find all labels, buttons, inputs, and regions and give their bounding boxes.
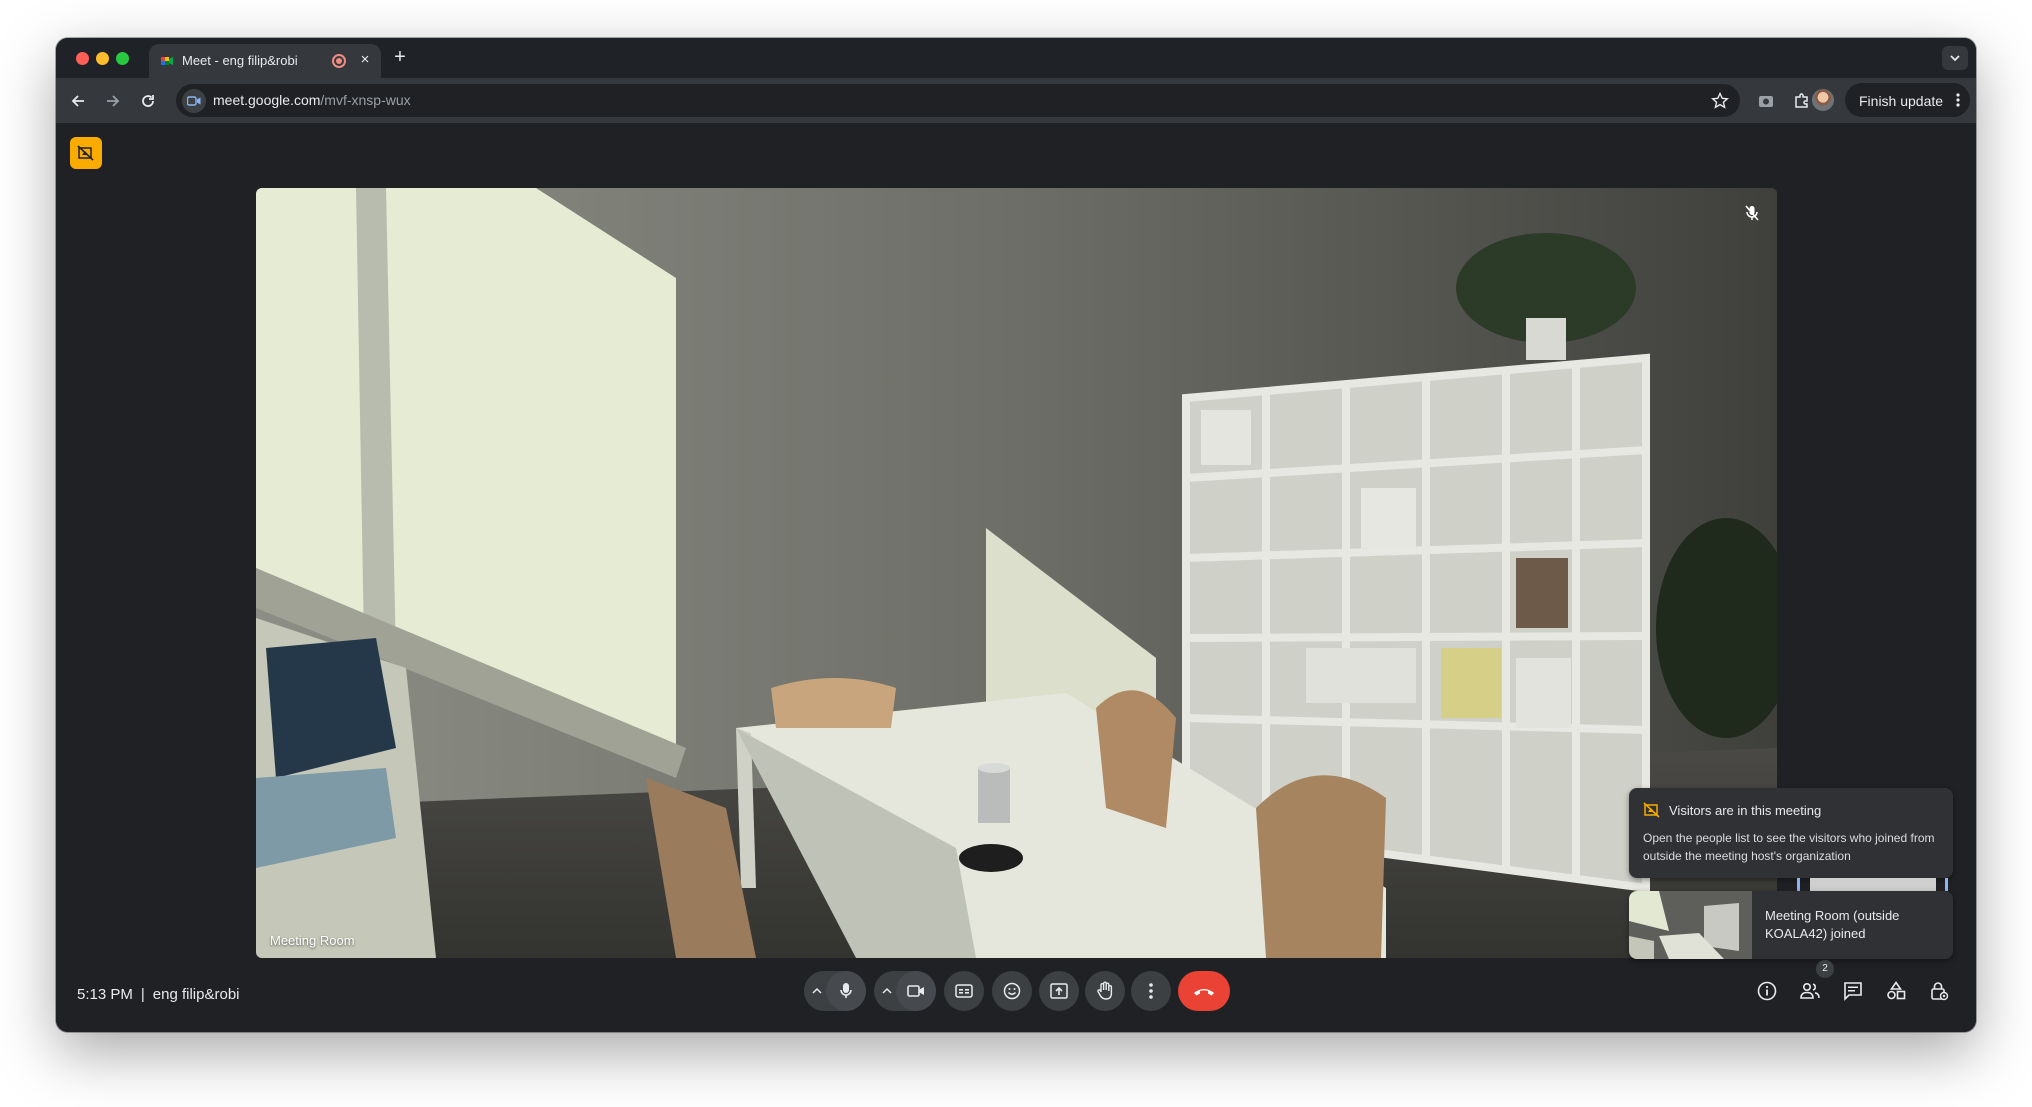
back-button[interactable] [65, 88, 91, 114]
url-path: /mvf-xnsp-wux [320, 92, 411, 108]
visitors-notification[interactable]: Visitors are in this meeting Open the pe… [1629, 788, 1953, 878]
chat-button[interactable] [1838, 976, 1868, 1006]
meeting-separator: | [140, 986, 145, 1003]
reload-icon [142, 95, 154, 107]
mic-control [804, 971, 866, 1011]
people-icon [1800, 982, 1820, 999]
site-info-icon[interactable] [182, 89, 206, 113]
video-camera-icon [187, 96, 201, 106]
finish-update-label: Finish update [1859, 93, 1944, 109]
visitors-icon [77, 145, 94, 161]
visitors-notification-body: Open the people list to see the visitors… [1643, 831, 1935, 863]
mic-icon [840, 983, 852, 998]
participant-joined-notification[interactable]: Meeting Room (outside KOALA42) joined [1629, 891, 1953, 959]
close-window-button[interactable] [76, 52, 89, 65]
camera-icon [907, 985, 924, 997]
lock-icon [1931, 982, 1949, 1001]
raise-hand-icon [1097, 981, 1113, 1000]
meeting-name: eng filip&robi [152, 986, 240, 1003]
star-icon[interactable] [1710, 91, 1730, 111]
camera-control [874, 971, 936, 1011]
more-vert-icon [1956, 93, 1960, 107]
url-text[interactable]: meet.google.com/mvf-xnsp-wux [213, 92, 411, 108]
camera-extension-button[interactable] [1753, 88, 1779, 114]
muted-mic-icon [1741, 202, 1763, 224]
meeting-info: 5:13 PM | eng filip&robi [77, 986, 240, 1003]
visitors-notification-title: Visitors are in this meeting [1669, 803, 1822, 818]
raise-hand-button[interactable] [1085, 971, 1125, 1011]
tab-meet[interactable]: Meet - eng filip&robi × [149, 44, 381, 78]
maximize-window-button[interactable] [116, 52, 129, 65]
chat-icon [1844, 982, 1862, 1001]
toast-preview-edge [1810, 878, 1936, 891]
profile-avatar[interactable] [1812, 89, 1834, 111]
chevron-up-icon [882, 987, 892, 994]
visitors-badge[interactable] [70, 137, 102, 169]
participant-joined-text: Meeting Room (outside KOALA42) joined [1765, 908, 1900, 941]
recording-indicator-icon [332, 54, 346, 68]
minimize-window-button[interactable] [96, 52, 109, 65]
reload-button[interactable] [135, 88, 161, 114]
tab-search-button[interactable] [1942, 46, 1968, 70]
chevron-up-icon [812, 987, 822, 994]
participant-name: Meeting Room [270, 933, 355, 948]
url-host: meet.google.com [213, 92, 321, 108]
toast-edge [1945, 878, 1948, 891]
address-bar[interactable]: meet.google.com/mvf-xnsp-wux [176, 84, 1740, 117]
meeting-details-button[interactable] [1752, 976, 1782, 1006]
tab-strip: Meet - eng filip&robi × + [56, 38, 1976, 78]
camera-icon [1759, 96, 1773, 107]
arrow-right-icon [107, 95, 120, 107]
captions-button[interactable] [944, 971, 984, 1011]
browser-window: Meet - eng filip&robi × + meet.google.co… [56, 38, 1976, 1032]
toast-edge [1797, 878, 1800, 891]
close-tab-icon[interactable]: × [356, 51, 374, 69]
participant-thumbnail [1629, 891, 1752, 959]
meeting-time: 5:13 PM [77, 986, 133, 1003]
present-icon [1050, 983, 1068, 999]
reactions-button[interactable] [992, 971, 1032, 1011]
puzzle-icon [1795, 93, 1808, 108]
new-tab-button[interactable]: + [389, 46, 411, 68]
forward-button[interactable] [100, 88, 126, 114]
mic-button[interactable] [826, 971, 866, 1011]
camera-button[interactable] [896, 971, 936, 1011]
people-count-badge: 2 [1816, 960, 1834, 978]
visitors-icon [1643, 802, 1660, 818]
emoji-icon [1003, 982, 1021, 1000]
meet-content: Meeting Room Visitors are in this meetin… [56, 123, 1976, 1032]
info-icon [1757, 981, 1777, 1001]
arrow-left-icon [71, 95, 84, 107]
more-vert-icon [1149, 983, 1153, 999]
camera-feed-image [256, 188, 1777, 958]
present-button[interactable] [1039, 971, 1079, 1011]
call-end-icon [1194, 989, 1214, 996]
leave-call-button[interactable] [1178, 971, 1230, 1011]
browser-toolbar: meet.google.com/mvf-xnsp-wux Finish upda… [56, 78, 1976, 123]
tab-title: Meet - eng filip&robi [182, 53, 298, 68]
more-options-button[interactable] [1131, 971, 1171, 1011]
participant-video-tile[interactable]: Meeting Room [256, 188, 1777, 958]
meet-favicon-icon [161, 57, 173, 65]
host-controls-button[interactable] [1924, 976, 1954, 1006]
activities-icon [1887, 981, 1906, 1000]
chevron-down-icon [1950, 55, 1960, 62]
captions-icon [955, 984, 973, 998]
finish-update-button[interactable]: Finish update [1845, 83, 1970, 117]
activities-button[interactable] [1881, 976, 1911, 1006]
people-button[interactable] [1795, 976, 1825, 1006]
